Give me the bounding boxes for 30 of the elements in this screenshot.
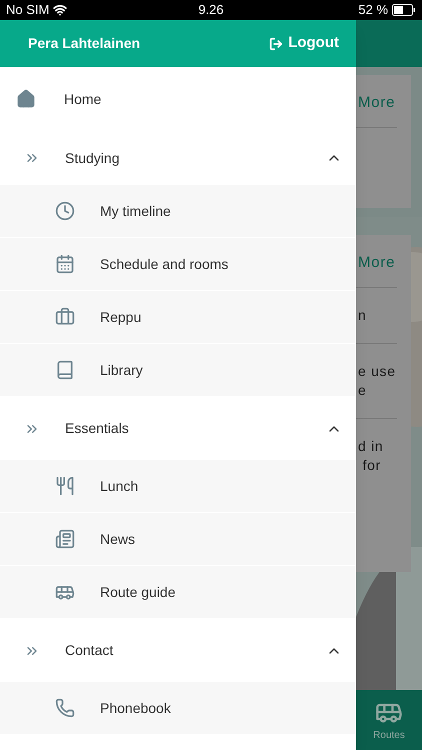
section-header[interactable]: Studying bbox=[0, 131, 356, 185]
submenu-item[interactable]: Phonebook bbox=[0, 682, 356, 735]
card-text: e use e bbox=[357, 362, 397, 400]
logout-icon bbox=[269, 36, 284, 50]
briefcase-icon bbox=[55, 307, 75, 327]
card-text: n bbox=[357, 306, 368, 324]
clock-text: 9.26 bbox=[197, 1, 225, 20]
menu-item[interactable]: Home bbox=[0, 67, 356, 131]
carrier-text: No SIM bbox=[6, 1, 50, 20]
section-header[interactable]: Contact bbox=[0, 619, 356, 682]
submenu-item[interactable]: Schedule and rooms bbox=[0, 238, 356, 291]
submenu-item[interactable]: News bbox=[0, 513, 356, 566]
card-text: d in for bbox=[357, 436, 384, 474]
book-icon bbox=[55, 360, 75, 380]
calendar-icon bbox=[55, 254, 75, 274]
clock-icon bbox=[55, 201, 75, 221]
wifi-icon bbox=[53, 3, 68, 17]
user-name: Pera Lahtelainen bbox=[28, 34, 140, 53]
home-icon bbox=[16, 89, 36, 109]
submenu-item[interactable]: Library bbox=[0, 344, 356, 397]
section-header[interactable]: Essentials bbox=[0, 397, 356, 460]
phone-icon bbox=[55, 698, 75, 718]
submenu-item[interactable]: Reppu bbox=[0, 291, 356, 344]
submenu-item[interactable]: Route guide bbox=[0, 566, 356, 619]
newspaper-icon bbox=[55, 529, 75, 549]
battery-text: 52 % bbox=[358, 1, 388, 20]
battery-icon bbox=[392, 4, 416, 16]
submenu-item[interactable]: Lunch bbox=[0, 460, 356, 513]
fork-knife-icon bbox=[55, 476, 75, 496]
submenu-item[interactable]: My timeline bbox=[0, 185, 356, 238]
